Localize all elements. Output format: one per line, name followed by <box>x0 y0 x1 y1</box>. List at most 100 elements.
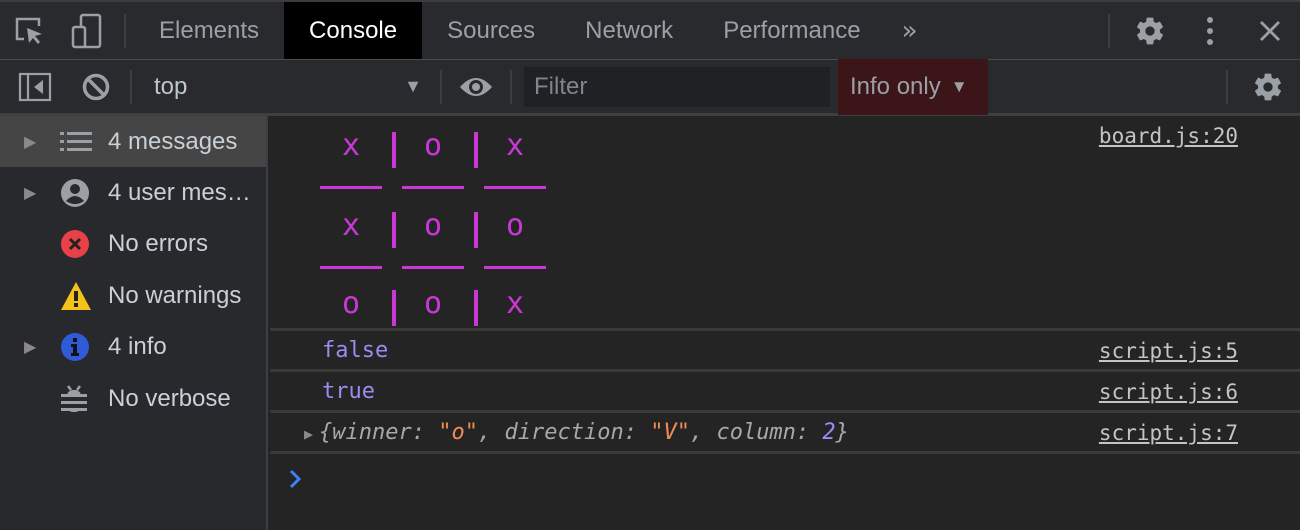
error-icon <box>60 229 108 259</box>
board-horizontal-divider <box>402 266 464 269</box>
close-icon <box>1260 20 1280 41</box>
more-vertical-icon <box>1207 16 1213 45</box>
sidebar-item-user-messages[interactable]: ▶ 4 user mes… <box>0 167 266 218</box>
board-vertical-divider <box>474 132 478 168</box>
sidebar-item-messages[interactable]: ▶ 4 messages <box>0 116 266 168</box>
board-horizontal-divider <box>402 186 464 189</box>
context-selector[interactable]: top ▼ <box>136 59 436 115</box>
expand-arrow-icon[interactable]: ▶ <box>0 337 60 357</box>
object-value-number: 2 <box>822 419 836 445</box>
board-horizontal-divider <box>320 186 382 189</box>
settings-gear-icon <box>1255 73 1281 100</box>
filter-input[interactable] <box>524 66 830 107</box>
bug-icon <box>60 384 108 414</box>
console-message-object: ▶ {winner: "o", direction: "V", column: 2… <box>270 413 1300 454</box>
log-level-value: Info only <box>850 72 941 100</box>
sidebar-item-info[interactable]: ▶ 4 info <box>0 322 266 373</box>
prompt-chevron-icon <box>289 469 302 489</box>
tab-performance[interactable]: Performance <box>698 2 885 59</box>
inspect-element-icon <box>15 17 42 44</box>
inspect-element-button[interactable] <box>0 2 58 59</box>
console-prompt[interactable] <box>270 454 1300 504</box>
sidebar-item-label: No verbose <box>108 384 231 412</box>
expand-arrow-icon[interactable]: ▶ <box>0 183 60 203</box>
sidebar-item-label: 4 info <box>108 333 167 361</box>
eye-icon <box>460 77 492 96</box>
divider <box>510 69 512 104</box>
board-cell: o <box>423 128 443 163</box>
object-key: winner: <box>332 419 439 445</box>
device-toolbar-button[interactable] <box>58 2 116 59</box>
device-toolbar-icon <box>71 13 102 48</box>
log-value-object[interactable]: ▶ {winner: "o", direction: "V", column: 2… <box>304 419 849 445</box>
board-vertical-divider <box>392 212 396 248</box>
divider <box>130 69 132 104</box>
sidebar-item-label: 4 user mes… <box>108 179 251 207</box>
clear-console-button[interactable] <box>70 59 122 115</box>
sidebar-item-verbose[interactable]: No verbose <box>0 373 266 424</box>
board-horizontal-divider <box>320 266 382 269</box>
board-vertical-divider <box>474 212 478 248</box>
more-options-button[interactable] <box>1180 2 1240 59</box>
board-cell: x <box>341 128 361 163</box>
board-cell: o <box>341 286 361 321</box>
expand-arrow-icon[interactable]: ▶ <box>304 425 313 443</box>
tab-sources[interactable]: Sources <box>422 2 560 59</box>
caret-down-icon: ▼ <box>404 76 422 96</box>
board-vertical-divider <box>392 132 396 168</box>
caret-down-icon: ▼ <box>950 76 968 96</box>
board-horizontal-divider <box>484 266 546 269</box>
expand-arrow-icon[interactable]: ▶ <box>0 132 60 152</box>
console-message: true script.js:6 <box>270 372 1300 413</box>
source-link[interactable]: script.js:5 <box>1099 339 1238 363</box>
board-cell: x <box>341 208 361 243</box>
object-key: direction: <box>504 419 651 445</box>
console-message-board: board.js:20 x o x x o o o o x <box>270 116 1300 331</box>
board-cell: o <box>423 208 443 243</box>
object-value-string: "o" <box>438 419 478 445</box>
log-value-boolean: true <box>322 378 375 404</box>
sidebar-toggle-icon <box>18 72 52 101</box>
board-cell: o <box>423 286 443 321</box>
board-cell: x <box>505 286 525 321</box>
board-horizontal-divider <box>484 186 546 189</box>
console-toolbar: top ▼ Info only ▼ <box>0 58 1300 116</box>
log-value-boolean: false <box>322 337 389 363</box>
log-level-selector[interactable]: Info only ▼ <box>838 58 988 115</box>
source-link[interactable]: board.js:20 <box>1099 124 1238 148</box>
settings-gear-icon <box>1137 17 1163 44</box>
sidebar-item-errors[interactable]: No errors <box>0 219 266 270</box>
board-vertical-divider <box>474 290 478 326</box>
sidebar-item-warnings[interactable]: No warnings <box>0 270 266 321</box>
source-link[interactable]: script.js:7 <box>1099 421 1238 445</box>
divider <box>440 69 442 104</box>
context-value: top <box>154 72 188 100</box>
tab-elements[interactable]: Elements <box>134 2 284 59</box>
close-devtools-button[interactable] <box>1240 2 1300 59</box>
board-cell: o <box>505 208 525 243</box>
divider <box>1226 69 1228 104</box>
clear-console-icon <box>82 73 110 100</box>
console-input[interactable] <box>316 459 1300 499</box>
divider <box>124 13 126 48</box>
warning-icon <box>60 281 108 311</box>
object-value-string: "V" <box>650 419 690 445</box>
console-settings-button[interactable] <box>1236 59 1300 115</box>
board-vertical-divider <box>392 290 396 326</box>
sidebar-item-label: 4 messages <box>108 127 238 155</box>
tab-network[interactable]: Network <box>560 2 698 59</box>
sidebar-item-label: No errors <box>108 230 209 258</box>
console-sidebar: ▶ 4 messages ▶ 4 user mes… No errors No … <box>0 116 268 530</box>
console-output: board.js:20 xoxxoooox false script.js:5 … <box>270 116 1300 530</box>
settings-button[interactable] <box>1120 2 1180 59</box>
devtools-tabbar: Elements Console Sources Network Perform… <box>0 0 1300 60</box>
divider <box>1108 13 1110 48</box>
more-tabs-button[interactable]: » <box>886 2 934 59</box>
source-link[interactable]: script.js:6 <box>1099 380 1238 404</box>
tab-console[interactable]: Console <box>284 2 423 59</box>
board-cell: x <box>505 128 525 163</box>
info-icon <box>60 332 108 362</box>
object-key: column: <box>716 419 823 445</box>
toggle-sidebar-button[interactable] <box>0 59 70 115</box>
live-expression-button[interactable] <box>446 59 506 115</box>
